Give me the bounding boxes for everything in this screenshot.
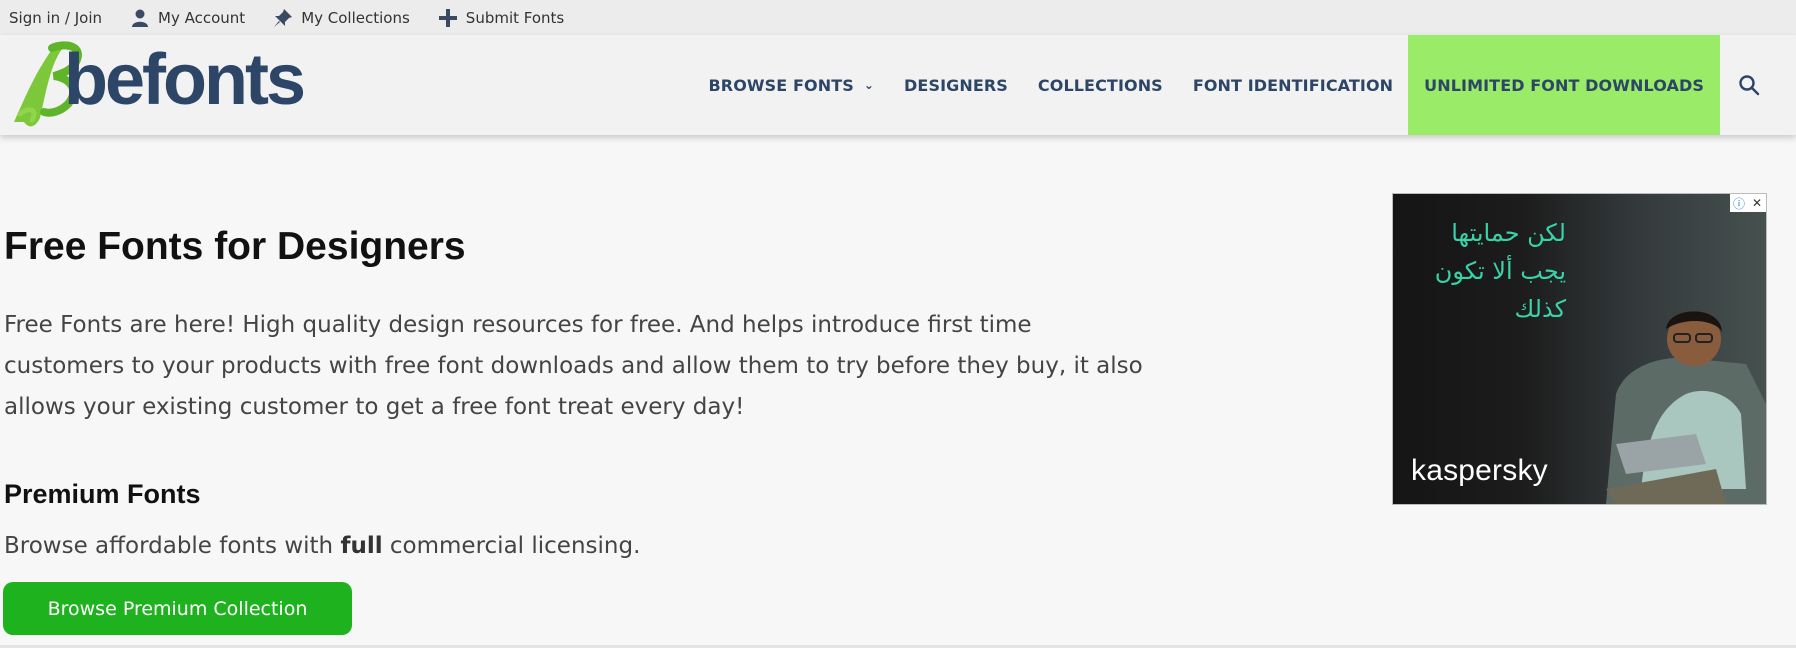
user-icon (130, 8, 150, 28)
ad-headline-line1: لكن حمايتها (1451, 219, 1566, 247)
premium-text-before: Browse affordable fonts with (4, 533, 341, 559)
search-icon (1739, 75, 1760, 96)
intro-paragraph: Free Fonts are here! High quality design… (4, 312, 1143, 420)
ad-controls: ⓘ ✕ (1730, 194, 1766, 212)
ad-headline-line3: كذلك (1514, 295, 1566, 323)
premium-fonts-text: Browse affordable fonts with full commer… (4, 533, 640, 559)
nav-collections[interactable]: COLLECTIONS (1023, 35, 1178, 135)
signin-label: Sign in / Join (9, 8, 103, 27)
page-title: Free Fonts for Designers (4, 225, 466, 268)
my-account-link[interactable]: My Account (130, 8, 245, 28)
nav-designers[interactable]: DESIGNERS (889, 35, 1023, 135)
site-header: befonts BROWSE FONTS ⌄ DESIGNERS COLLECT… (0, 35, 1796, 135)
my-collections-link[interactable]: My Collections (273, 8, 410, 28)
nav-font-identification[interactable]: FONT IDENTIFICATION (1178, 35, 1408, 135)
ad-headline: لكن حمايتها يجب ألا تكون كذلك (1396, 214, 1566, 328)
premium-text-bold: full (340, 533, 383, 559)
search-button[interactable] (1720, 35, 1796, 135)
nav-browse-fonts[interactable]: BROWSE FONTS ⌄ (694, 35, 890, 135)
ad-close-icon[interactable]: ✕ (1748, 194, 1766, 212)
main-nav: BROWSE FONTS ⌄ DESIGNERS COLLECTIONS FON… (694, 35, 1796, 135)
browse-premium-button[interactable]: Browse Premium Collection (3, 582, 352, 635)
chevron-down-icon: ⌄ (863, 78, 875, 92)
befonts-logo[interactable]: befonts (10, 40, 306, 130)
plus-icon (438, 8, 458, 28)
signin-link[interactable]: Sign in / Join (9, 9, 102, 27)
my-collections-label: My Collections (301, 8, 410, 27)
nav-designers-label: DESIGNERS (904, 75, 1008, 95)
top-utility-bar: Sign in / Join My Account My Collections… (0, 0, 1796, 35)
nav-browse-fonts-label: BROWSE FONTS (708, 75, 854, 95)
nav-font-identification-label: FONT IDENTIFICATION (1192, 75, 1394, 95)
premium-fonts-heading: Premium Fonts (4, 479, 201, 509)
pin-icon (273, 8, 293, 28)
submit-fonts-link[interactable]: Submit Fonts (438, 8, 564, 28)
nav-collections-label: COLLECTIONS (1037, 75, 1163, 95)
ad-person-with-laptop-image (1606, 311, 1766, 504)
ad-brand-logo: kaspersky (1411, 454, 1548, 487)
ad-headline-line2: يجب ألا تكون (1434, 257, 1566, 285)
submit-fonts-label: Submit Fonts (465, 8, 565, 27)
advertisement[interactable]: ⓘ ✕ لكن حمايتها يجب ألا تكون كذلك kasper… (1392, 193, 1767, 505)
logo-wordmark: befonts (64, 40, 306, 120)
nav-unlimited-downloads[interactable]: UNLIMITED FONT DOWNLOADS (1408, 35, 1720, 135)
premium-text-after: commercial licensing. (382, 533, 641, 559)
nav-unlimited-downloads-label: UNLIMITED FONT DOWNLOADS (1424, 75, 1704, 95)
ad-info-icon[interactable]: ⓘ (1730, 194, 1748, 212)
my-account-label: My Account (158, 8, 246, 27)
